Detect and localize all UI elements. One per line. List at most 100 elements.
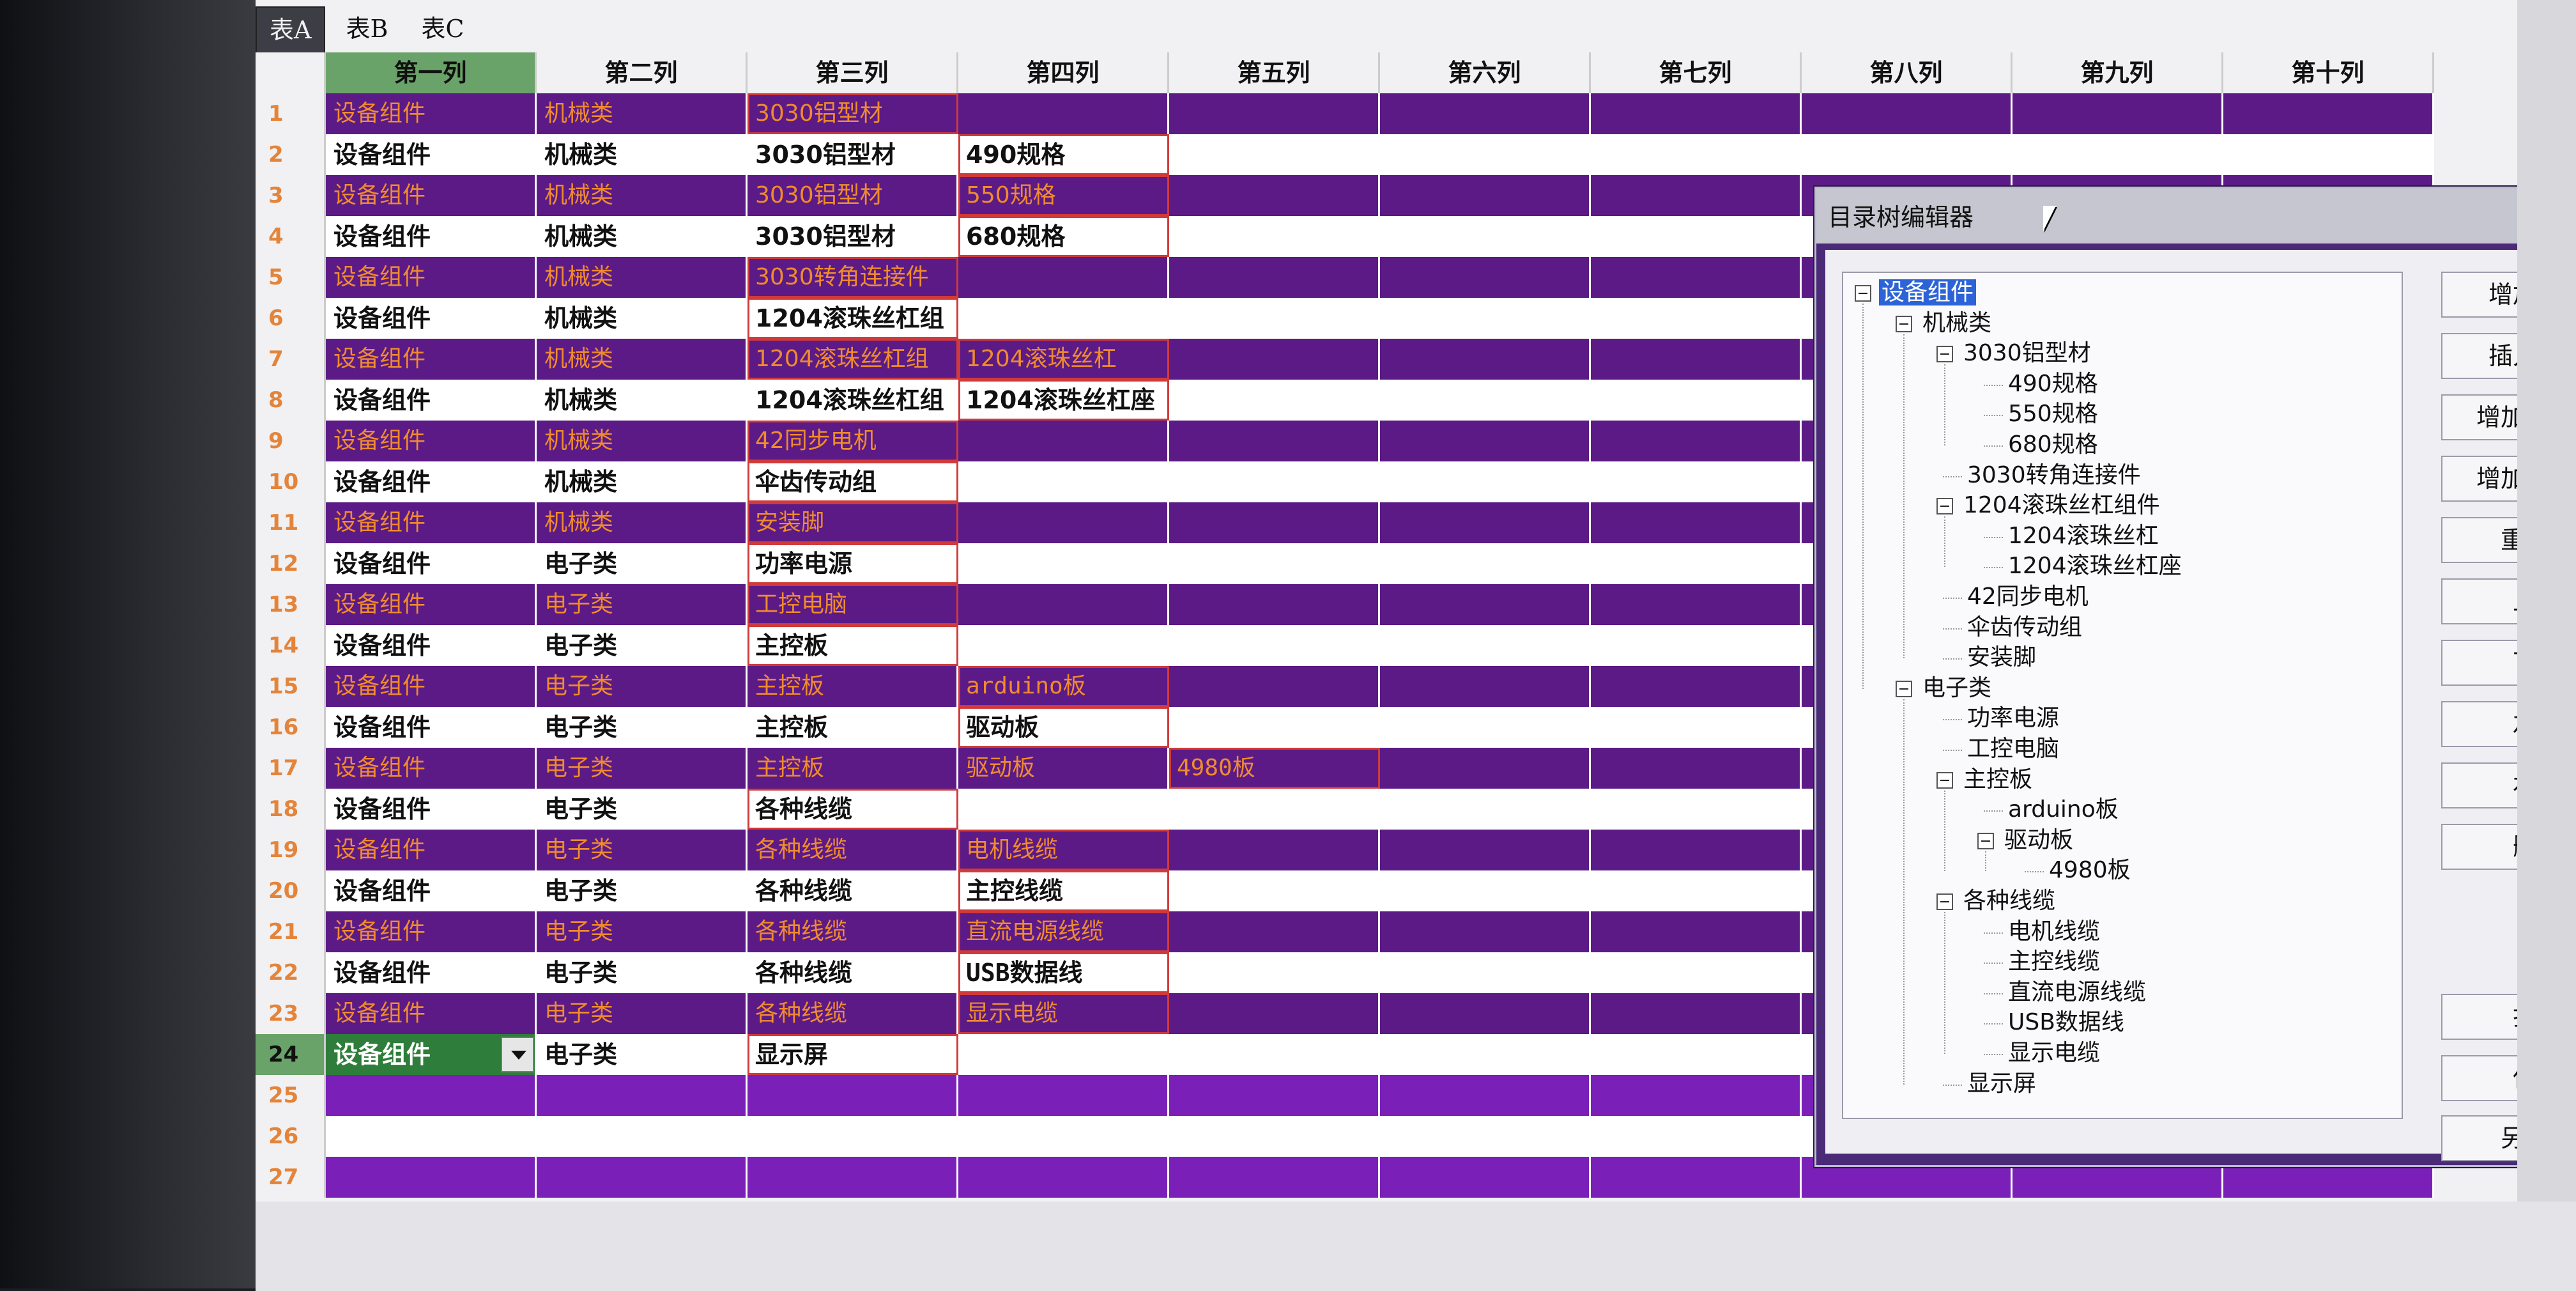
table-cell[interactable] xyxy=(1169,993,1380,1034)
column-header[interactable]: 第六列 xyxy=(1380,52,1591,93)
collapse-icon[interactable] xyxy=(1977,832,1994,849)
table-cell[interactable]: 设备组件 xyxy=(326,257,537,298)
column-header[interactable]: 第九列 xyxy=(2012,52,2223,93)
table-cell[interactable]: 1204滚珠丝杠组 xyxy=(747,380,958,421)
table-cell[interactable]: 3030铝型材 xyxy=(747,93,958,134)
row-number[interactable]: 27 xyxy=(256,1157,326,1198)
table-cell[interactable] xyxy=(1380,175,1591,216)
table-cell[interactable]: USB数据线 xyxy=(958,952,1169,993)
table-cell[interactable] xyxy=(1169,461,1380,502)
table-cell[interactable]: 机械类 xyxy=(537,175,747,216)
table-cell[interactable] xyxy=(1591,380,1802,421)
table-cell[interactable]: 电子类 xyxy=(537,952,747,993)
table-cell[interactable] xyxy=(1380,298,1591,339)
table-cell[interactable] xyxy=(958,502,1169,543)
table-cell[interactable] xyxy=(1380,543,1591,584)
table-cell[interactable] xyxy=(1380,380,1591,421)
table-cell[interactable] xyxy=(1380,93,1591,134)
tree-node[interactable]: USB数据线 xyxy=(2005,1008,2127,1037)
table-cell[interactable] xyxy=(1169,502,1380,543)
table-cell[interactable] xyxy=(1380,421,1591,461)
table-cell[interactable]: 主控板 xyxy=(747,625,958,666)
tree-node[interactable]: 伞齿传动组 xyxy=(1965,613,2085,642)
table-cell[interactable]: 设备组件 xyxy=(326,421,537,461)
row-number[interactable]: 19 xyxy=(256,830,326,870)
table-cell[interactable]: 主控板 xyxy=(747,666,958,707)
table-cell[interactable] xyxy=(1380,1034,1591,1075)
table-cell[interactable] xyxy=(958,421,1169,461)
row-number[interactable]: 9 xyxy=(256,421,326,461)
table-cell[interactable] xyxy=(1380,1075,1591,1116)
row-number[interactable]: 12 xyxy=(256,543,326,584)
tree-node[interactable]: 工控电脑 xyxy=(1965,734,2062,764)
row-number[interactable]: 26 xyxy=(256,1116,326,1157)
table-cell[interactable]: 机械类 xyxy=(537,134,747,175)
table-cell[interactable]: 680规格 xyxy=(958,216,1169,257)
table-cell[interactable]: 550规格 xyxy=(958,175,1169,216)
collapse-icon[interactable] xyxy=(1896,315,1912,332)
table-cell[interactable]: 电子类 xyxy=(537,870,747,911)
tree-node[interactable]: 显示电缆 xyxy=(2005,1039,2103,1068)
collapse-icon[interactable] xyxy=(1855,285,1871,302)
table-cell[interactable]: 各种线缆 xyxy=(747,789,958,830)
table-cell[interactable] xyxy=(747,1116,958,1157)
table-cell[interactable] xyxy=(1591,911,1802,952)
table-cell[interactable]: 3030铝型材 xyxy=(747,175,958,216)
table-cell[interactable]: 机械类 xyxy=(537,216,747,257)
table-cell[interactable] xyxy=(1169,830,1380,870)
sheet-tab[interactable]: 表C xyxy=(408,6,477,51)
row-number[interactable]: 17 xyxy=(256,748,326,789)
table-cell[interactable] xyxy=(1591,707,1802,748)
table-cell[interactable]: 机械类 xyxy=(537,257,747,298)
table-cell[interactable]: 3030铝型材 xyxy=(747,134,958,175)
dropdown-arrow-icon[interactable] xyxy=(501,1037,534,1072)
table-cell[interactable]: 设备组件 xyxy=(326,707,537,748)
collapse-icon[interactable] xyxy=(1936,346,1953,363)
table-cell[interactable]: 设备组件 xyxy=(326,830,537,870)
tree-node[interactable]: 显示屏 xyxy=(1965,1069,2039,1099)
row-number[interactable]: 1 xyxy=(256,93,326,134)
table-cell[interactable] xyxy=(1591,216,1802,257)
table-cell[interactable] xyxy=(1169,298,1380,339)
table-cell[interactable]: 设备组件 xyxy=(326,993,537,1034)
table-cell[interactable] xyxy=(1591,666,1802,707)
table-cell[interactable] xyxy=(1380,748,1591,789)
collapse-icon[interactable] xyxy=(1936,893,1953,910)
row-number[interactable]: 14 xyxy=(256,625,326,666)
table-cell[interactable]: 490规格 xyxy=(958,134,1169,175)
table-cell[interactable] xyxy=(1591,93,1802,134)
tree-node[interactable]: 680规格 xyxy=(2005,430,2101,460)
table-cell[interactable] xyxy=(1169,175,1380,216)
table-cell[interactable]: 设备组件 xyxy=(326,298,537,339)
table-cell[interactable] xyxy=(1591,1034,1802,1075)
row-number[interactable]: 11 xyxy=(256,502,326,543)
table-cell[interactable] xyxy=(958,543,1169,584)
table-cell[interactable] xyxy=(1380,134,1591,175)
column-header[interactable]: 第七列 xyxy=(1591,52,1802,93)
table-cell[interactable] xyxy=(1169,257,1380,298)
table-cell[interactable] xyxy=(1802,134,2012,175)
dialog-titlebar[interactable]: 目录树编辑器 xyxy=(1816,189,2530,244)
table-cell[interactable] xyxy=(958,1034,1169,1075)
table-cell[interactable]: 电子类 xyxy=(537,1034,747,1075)
collapse-icon[interactable] xyxy=(1936,771,1953,789)
table-cell[interactable]: 电子类 xyxy=(537,911,747,952)
tree-node[interactable]: arduino板 xyxy=(2005,795,2121,824)
table-cell[interactable] xyxy=(1380,584,1591,625)
table-cell[interactable] xyxy=(958,257,1169,298)
table-cell[interactable]: 1204滚珠丝杠组 xyxy=(747,298,958,339)
collapse-icon[interactable] xyxy=(1896,680,1912,697)
table-cell[interactable] xyxy=(1591,175,1802,216)
table-cell[interactable] xyxy=(1591,134,1802,175)
table-cell[interactable]: 驱动板 xyxy=(958,707,1169,748)
table-cell[interactable] xyxy=(1380,502,1591,543)
table-cell[interactable]: 电子类 xyxy=(537,584,747,625)
table-cell[interactable]: 设备组件 xyxy=(326,870,537,911)
table-cell[interactable]: 电子类 xyxy=(537,748,747,789)
table-cell[interactable]: 主控板 xyxy=(747,748,958,789)
table-cell[interactable] xyxy=(1380,952,1591,993)
tree-node[interactable]: 设备组件 xyxy=(1855,278,1977,307)
collapse-icon[interactable] xyxy=(1936,498,1953,515)
tree-node[interactable]: 3030铝型材 xyxy=(1936,339,2094,368)
table-cell[interactable] xyxy=(1169,1116,1380,1157)
